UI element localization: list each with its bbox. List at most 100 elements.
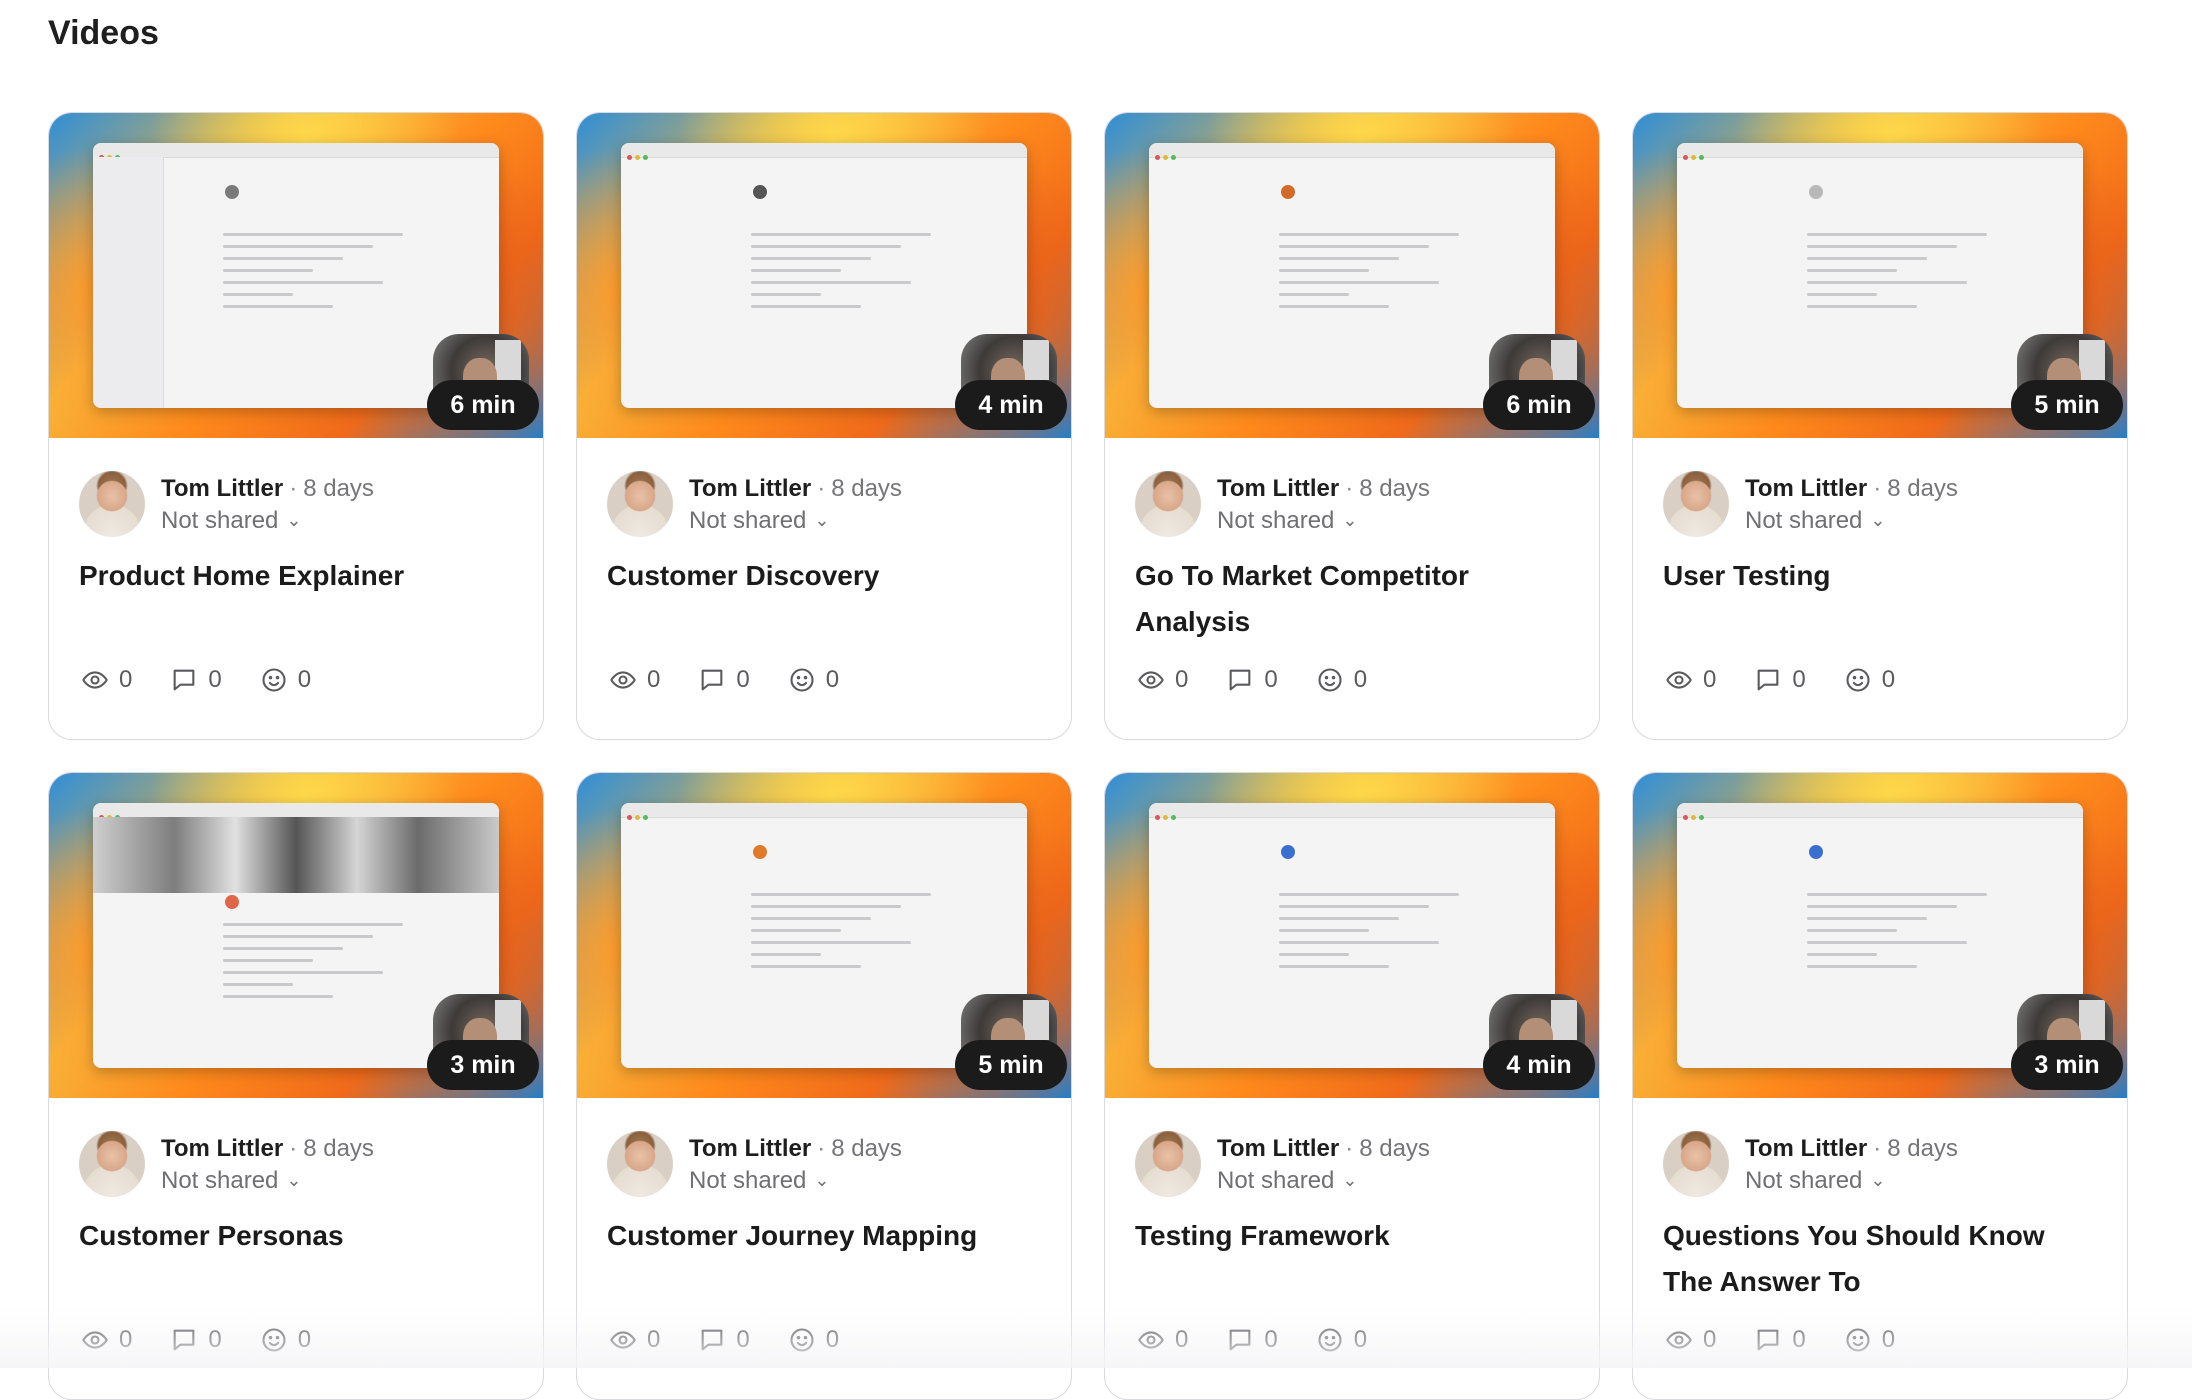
reactions-stat[interactable]: 0 [1316,1326,1367,1354]
comments-stat[interactable]: 0 [170,666,222,694]
video-card[interactable]: 4 min Tom Littler · 8 days Not shared ⌄ Custom… [576,112,1072,740]
comments-stat[interactable]: 0 [1754,1326,1806,1354]
avatar[interactable] [607,1131,673,1197]
video-meta: Tom Littler · 8 days Not shared ⌄ [607,1131,1051,1199]
author-name[interactable]: Tom Littler [689,1135,811,1162]
video-title[interactable]: Customer Discovery [607,553,1035,599]
reactions-stat[interactable]: 0 [788,1326,839,1354]
separator-dot: · [289,475,298,502]
views-count: 0 [1703,1326,1717,1353]
video-thumbnail[interactable]: 5 min [1633,113,2127,438]
video-meta: Tom Littler · 8 days Not shared ⌄ [1135,1131,1579,1199]
comments-count: 0 [208,1326,222,1353]
avatar[interactable] [1135,1131,1201,1197]
doc-text-line [1807,905,1957,908]
reactions-stat[interactable]: 0 [1844,666,1895,694]
sharing-dropdown[interactable]: Not shared ⌄ [161,507,302,535]
reactions-stat[interactable]: 0 [1316,666,1367,694]
video-card[interactable]: 6 min Tom Littler · 8 days Not shared ⌄ Go To … [1104,112,1600,740]
author-name[interactable]: Tom Littler [1745,1135,1867,1162]
views-count: 0 [1175,1326,1189,1353]
video-age: 8 days [303,475,374,502]
doc-text-line [1807,305,1917,308]
author-name[interactable]: Tom Littler [1745,475,1867,502]
video-thumbnail[interactable]: 5 min [577,773,1071,1098]
reactions-stat[interactable]: 0 [260,1326,311,1354]
video-thumbnail[interactable]: 4 min [1105,773,1599,1098]
duration-badge: 3 min [2011,1040,2123,1090]
video-title[interactable]: User Testing [1663,553,2091,599]
doc-text-line [223,971,383,974]
comments-stat[interactable]: 0 [698,1326,750,1354]
video-card[interactable]: 3 min Tom Littler · 8 days Not shared ⌄ Custom… [48,772,544,1400]
comments-stat[interactable]: 0 [1754,666,1806,694]
doc-text-line [223,233,403,236]
video-thumbnail[interactable]: 3 min [1633,773,2127,1098]
video-title[interactable]: Customer Journey Mapping [607,1213,1035,1259]
eye-icon [1665,666,1703,694]
reactions-stat[interactable]: 0 [1844,1326,1895,1354]
video-card[interactable]: 5 min Tom Littler · 8 days Not shared ⌄ User T… [1632,112,2128,740]
doc-text-line [223,995,333,998]
video-title[interactable]: Testing Framework [1135,1213,1563,1259]
comments-count: 0 [1264,1326,1278,1353]
window-titlebar [1677,803,2083,820]
sharing-dropdown[interactable]: Not shared ⌄ [161,1167,302,1195]
doc-text-line [1279,281,1439,284]
doc-text-line [1807,245,1957,248]
smiley-icon [788,1326,826,1354]
author-name[interactable]: Tom Littler [1217,1135,1339,1162]
avatar[interactable] [607,471,673,537]
video-meta: Tom Littler · 8 days Not shared ⌄ [1663,471,2107,539]
sharing-status: Not shared [689,507,807,534]
comment-icon [698,666,736,694]
avatar[interactable] [1663,1131,1729,1197]
sharing-dropdown[interactable]: Not shared ⌄ [689,1167,830,1195]
window-titlebar [93,143,499,160]
comments-stat[interactable]: 0 [1226,1326,1278,1354]
sharing-dropdown[interactable]: Not shared ⌄ [1217,1167,1358,1195]
author-name[interactable]: Tom Littler [161,1135,283,1162]
avatar[interactable] [1135,471,1201,537]
video-card[interactable]: 3 min Tom Littler · 8 days Not shared ⌄ Questi… [1632,772,2128,1400]
avatar[interactable] [1663,471,1729,537]
video-card[interactable]: 5 min Tom Littler · 8 days Not shared ⌄ Custom… [576,772,1072,1400]
video-thumbnail[interactable]: 6 min [49,113,543,438]
author-line: Tom Littler · 8 days [1217,1135,1430,1163]
video-card[interactable]: 4 min Tom Littler · 8 days Not shared ⌄ Testin… [1104,772,1600,1400]
author-name[interactable]: Tom Littler [689,475,811,502]
doc-text-line [1279,257,1399,260]
sharing-dropdown[interactable]: Not shared ⌄ [1217,507,1358,535]
avatar[interactable] [79,1131,145,1197]
video-title[interactable]: Customer Personas [79,1213,507,1259]
video-thumbnail[interactable]: 4 min [577,113,1071,438]
eye-icon [609,1326,647,1354]
views-stat: 0 [609,1326,660,1354]
sharing-dropdown[interactable]: Not shared ⌄ [1745,1167,1886,1195]
author-name[interactable]: Tom Littler [161,475,283,502]
video-stats: 0 0 0 [609,666,877,694]
doc-text-line [1279,893,1459,896]
video-grid: 6 min Tom Littler · 8 days Not shared ⌄ Produc… [48,112,2128,1400]
duration-badge: 6 min [427,380,539,430]
comments-stat[interactable]: 0 [1226,666,1278,694]
comments-stat[interactable]: 0 [170,1326,222,1354]
comments-stat[interactable]: 0 [698,666,750,694]
views-stat: 0 [609,666,660,694]
video-thumbnail[interactable]: 6 min [1105,113,1599,438]
video-title[interactable]: Product Home Explainer [79,553,507,599]
video-title[interactable]: Questions You Should Know The Answer To [1663,1213,2091,1305]
author-line: Tom Littler · 8 days [1217,475,1430,503]
video-thumbnail[interactable]: 3 min [49,773,543,1098]
sharing-dropdown[interactable]: Not shared ⌄ [1745,507,1886,535]
author-name[interactable]: Tom Littler [1217,475,1339,502]
doc-text-line [751,893,931,896]
doc-text-line [1807,257,1927,260]
reactions-stat[interactable]: 0 [260,666,311,694]
avatar[interactable] [79,471,145,537]
reactions-stat[interactable]: 0 [788,666,839,694]
doc-text-line [223,983,293,986]
video-card[interactable]: 6 min Tom Littler · 8 days Not shared ⌄ Produc… [48,112,544,740]
sharing-dropdown[interactable]: Not shared ⌄ [689,507,830,535]
video-title[interactable]: Go To Market Competitor Analysis [1135,553,1563,645]
